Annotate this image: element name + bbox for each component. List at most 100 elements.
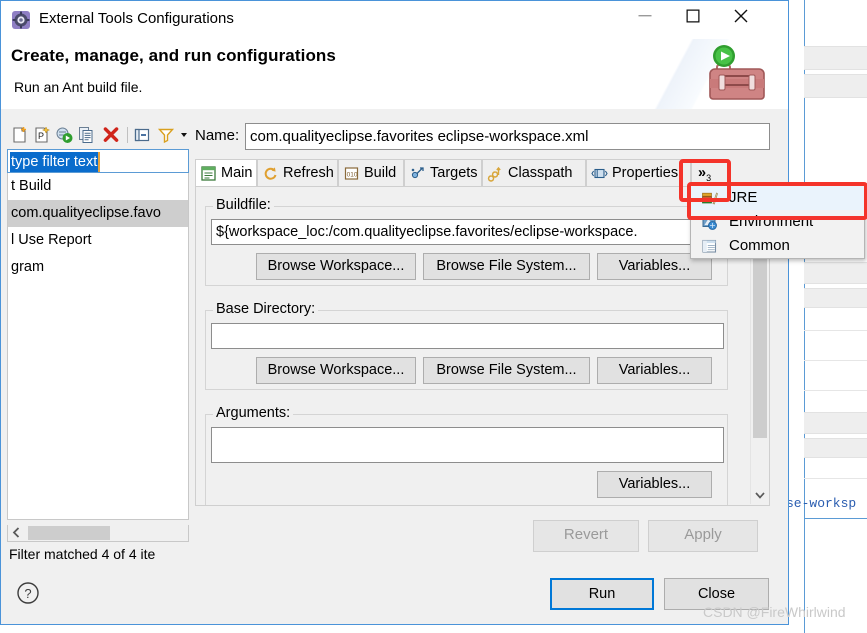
tab-overflow-count: 3	[706, 173, 712, 183]
menu-item-label: JRE	[729, 189, 758, 206]
buildfile-group: Buildfile: ${workspace_loc:/com.qualitye…	[205, 197, 728, 286]
arguments-input[interactable]	[211, 427, 724, 463]
watermark-text: CSDN @FireWhirlwind	[703, 604, 846, 620]
classpath-tab-icon	[487, 165, 504, 182]
svg-text:P: P	[38, 131, 44, 141]
name-input[interactable]: com.qualityeclipse.favorites eclipse-wor…	[245, 123, 770, 150]
tree-toolbar: P	[7, 123, 189, 147]
new-prototype-icon[interactable]: P	[33, 126, 51, 144]
buildfile-input[interactable]: ${workspace_loc:/com.qualityeclipse.favo…	[211, 219, 724, 245]
duplicate-icon[interactable]	[77, 126, 95, 144]
background-rule	[804, 330, 867, 331]
scroll-left-icon[interactable]	[10, 526, 23, 539]
tab-targets[interactable]: Targets	[404, 159, 482, 187]
base-directory-input[interactable]	[211, 323, 724, 349]
main-tab-content: Buildfile: ${workspace_loc:/com.qualitye…	[195, 186, 770, 506]
background-band	[804, 412, 867, 434]
buildfile-browse-workspace-button[interactable]: Browse Workspace...	[256, 253, 416, 280]
dialog-title: External Tools Configurations	[39, 10, 234, 27]
configuration-detail-panel: Name: com.qualityeclipse.favorites eclip…	[195, 115, 782, 564]
arguments-variables-button[interactable]: Variables...	[597, 471, 712, 498]
dialog-body: P type filter text t Build com.qualityec…	[1, 109, 788, 566]
dialog-footer: ? Run Close	[1, 566, 788, 624]
tab-label: Classpath	[508, 165, 573, 181]
tab-label: Refresh	[283, 165, 334, 181]
background-band	[804, 438, 867, 458]
tree-item[interactable]: l Use Report	[8, 227, 188, 254]
buildfile-browse-filesystem-button[interactable]: Browse File System...	[423, 253, 590, 280]
dialog-title-bar: External Tools Configurations	[1, 1, 788, 39]
configurations-tree-panel: P type filter text t Build com.qualityec…	[7, 123, 189, 564]
background-band	[804, 288, 867, 308]
background-code-text: se-worksp	[786, 496, 857, 511]
background-band	[804, 262, 867, 284]
tab-properties[interactable]: Properties	[586, 159, 691, 187]
new-configuration-icon[interactable]	[11, 126, 29, 144]
base-directory-browse-filesystem-button[interactable]: Browse File System...	[423, 357, 590, 384]
background-band	[804, 74, 867, 98]
filter-status-text: Filter matched 4 of 4 ite	[9, 546, 156, 562]
background-rule	[804, 360, 867, 361]
tab-overflow-menu[interactable]: JRE Environment Common	[690, 185, 865, 259]
base-directory-browse-workspace-button[interactable]: Browse Workspace...	[256, 357, 416, 384]
background-rule	[804, 390, 867, 391]
collapse-all-icon[interactable]	[133, 126, 151, 144]
main-tab-icon	[200, 165, 217, 182]
revert-button[interactable]: Revert	[533, 520, 639, 552]
close-window-button[interactable]	[718, 1, 764, 31]
tree-item-selected[interactable]: com.qualityeclipse.favo	[8, 200, 188, 227]
toolbar-separator	[127, 127, 128, 143]
configurations-tree[interactable]: t Build com.qualityeclipse.favo l Use Re…	[7, 173, 189, 520]
maximize-button[interactable]	[670, 1, 716, 31]
base-directory-variables-button[interactable]: Variables...	[597, 357, 712, 384]
tree-item[interactable]: gram	[8, 254, 188, 281]
properties-tab-icon	[591, 165, 608, 182]
buildfile-label: Buildfile:	[213, 197, 274, 213]
tree-item[interactable]: t Build	[8, 173, 188, 200]
svg-text:010: 010	[347, 172, 358, 179]
apply-button[interactable]: Apply	[648, 520, 758, 552]
scrollbar-thumb[interactable]	[28, 526, 110, 540]
tab-refresh[interactable]: Refresh	[257, 159, 338, 187]
view-menu-chevron-icon[interactable]	[179, 126, 189, 144]
arguments-label: Arguments:	[213, 405, 294, 421]
tree-horizontal-scrollbar[interactable]	[7, 525, 189, 542]
help-icon[interactable]: ?	[15, 580, 41, 606]
ant-toolbox-icon	[703, 43, 781, 107]
tab-label: Main	[221, 165, 253, 181]
external-tools-icon	[11, 10, 31, 30]
new-config-from-prototype-icon[interactable]	[55, 126, 73, 144]
tab-label: Targets	[430, 165, 478, 181]
tab-overflow-chevron-icon: »	[698, 165, 707, 181]
menu-item-common[interactable]: Common	[691, 234, 864, 258]
filter-input-value: type filter text	[10, 152, 101, 172]
common-icon	[701, 238, 718, 255]
arguments-group: Arguments: Variables...	[205, 405, 728, 505]
tab-classpath[interactable]: Classpath	[482, 159, 586, 187]
tab-label: Properties	[612, 165, 679, 181]
header-title: Create, manage, and run configurations	[11, 46, 336, 65]
build-tab-icon: 010	[343, 165, 360, 182]
delete-icon[interactable]	[102, 126, 120, 144]
name-row: Name: com.qualityeclipse.favorites eclip…	[195, 123, 770, 151]
tab-bar: Main Refresh 010 Build Targets Classpath…	[195, 159, 770, 187]
menu-item-environment[interactable]: Environment	[691, 210, 864, 234]
filter-icon[interactable]	[157, 126, 175, 144]
menu-item-label: Environment	[729, 213, 814, 230]
scroll-down-icon[interactable]	[753, 488, 767, 502]
base-directory-label: Base Directory:	[213, 301, 319, 317]
menu-item-label: Common	[729, 237, 790, 254]
base-directory-group: Base Directory: Browse Workspace... Brow…	[205, 301, 728, 390]
tab-build[interactable]: 010 Build	[338, 159, 404, 187]
filter-input[interactable]: type filter text	[7, 149, 189, 173]
run-button[interactable]: Run	[550, 578, 654, 610]
jre-icon	[701, 190, 718, 207]
external-tools-configurations-dialog: External Tools Configurations Create, ma…	[0, 0, 789, 625]
tab-main[interactable]: Main	[195, 159, 257, 187]
menu-item-jre[interactable]: JRE	[691, 186, 864, 210]
background-band	[804, 46, 867, 70]
tab-overflow-button[interactable]: »3	[691, 159, 729, 187]
name-label: Name:	[195, 127, 240, 144]
tab-label: Build	[364, 165, 397, 181]
minimize-button[interactable]	[622, 1, 668, 31]
